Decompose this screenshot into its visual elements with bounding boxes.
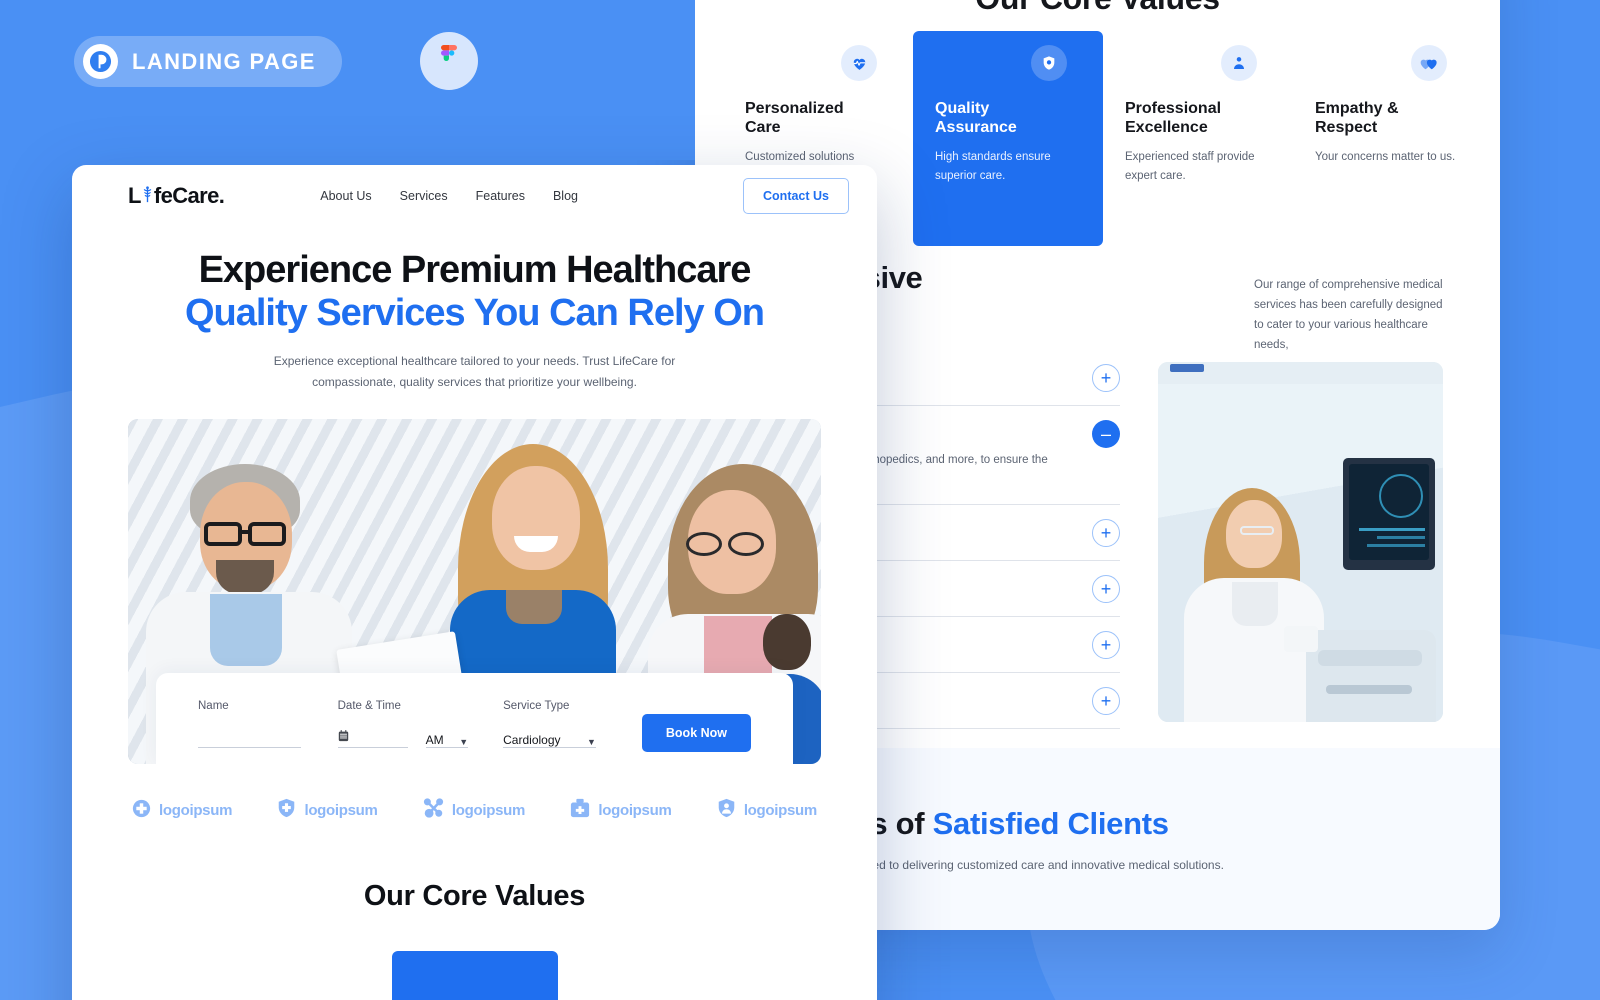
core-value-title: Quality Assurance [935, 99, 1081, 137]
core-value-title-line1: Professional [1125, 100, 1222, 117]
hero-image: Name Date & Time AM ▼ Service Type Cardi… [128, 419, 821, 765]
booking-form: Name Date & Time AM ▼ Service Type Cardi… [156, 673, 793, 765]
pitch-p-logo-icon [83, 44, 118, 79]
front-core-value-highlight-card[interactable] [391, 951, 558, 1000]
partner-logo-label: logoipsum [598, 801, 672, 819]
plus-icon[interactable]: + [1092, 574, 1120, 603]
hero-title-line2: Quality Services You Can Rely On [184, 291, 765, 334]
caduceus-icon [141, 186, 154, 203]
nav-item-about-us[interactable]: About Us [320, 189, 371, 203]
service-type-label: Service Type [503, 700, 570, 713]
hero-subtitle: Experience exceptional healthcare tailor… [273, 354, 676, 390]
cross-badge-icon [132, 799, 151, 822]
chevron-down-icon[interactable]: ▼ [459, 737, 468, 747]
site-navbar: LfeCare. About Us Services Features Blog… [72, 165, 877, 227]
core-value-title-line1: Quality [935, 100, 990, 117]
plus-icon[interactable]: + [1092, 630, 1120, 659]
core-value-card-empathy-respect[interactable]: Empathy & Respect Your concerns matter t… [1293, 45, 1483, 246]
screenshot-stage: Our Core Values Personalized Care Custom… [0, 0, 1600, 1000]
partner-logo-label: logoipsum [159, 801, 233, 819]
hero-title-line1: Experience Premium Healthcare [198, 249, 752, 291]
service-type-select[interactable]: Service Type Cardiology ▼ [503, 700, 596, 749]
figma-logo-icon [420, 32, 478, 90]
partner-logo-label: logoipsum [451, 801, 526, 819]
nav-links: About Us Services Features Blog [320, 189, 578, 203]
site-logo[interactable]: LfeCare. [128, 183, 225, 209]
core-value-body: Your concerns matter to us. [1315, 151, 1456, 164]
core-value-body: High standards ensure superior care. [935, 151, 1051, 183]
back-core-values-title: Our Core Values [695, 0, 1500, 17]
shield-cross-icon [277, 798, 296, 822]
book-now-button[interactable]: Book Now [641, 714, 751, 753]
landing-page-badge: LANDING PAGE [74, 36, 342, 87]
name-label: Name [198, 700, 229, 713]
partner-logo-5: logoipsum [717, 798, 817, 822]
logo-text-before: L [128, 183, 141, 208]
chevron-down-icon[interactable]: ▼ [587, 737, 596, 747]
calendar-icon[interactable] [338, 729, 349, 747]
logo-text-after: feCare. [153, 183, 225, 208]
ampm-select[interactable]: AM ▼ [425, 700, 469, 749]
core-value-title-line2: Assurance [935, 119, 1017, 137]
core-value-title: Empathy & Respect [1315, 99, 1461, 137]
plus-icon[interactable]: + [1092, 686, 1120, 715]
core-value-card-quality-assurance[interactable]: Quality Assurance High standards ensure … [913, 31, 1103, 247]
core-value-title-line2: Care [745, 119, 781, 137]
medical-case-icon [570, 798, 590, 822]
clinic-photo [1158, 362, 1443, 722]
nav-item-features[interactable]: Features [476, 189, 525, 203]
contact-us-button[interactable]: Contact Us [743, 178, 849, 214]
landing-page-badge-label: LANDING PAGE [132, 48, 316, 74]
partner-logo-1: logoipsum [132, 799, 232, 822]
core-value-body: Experienced staff provide expert care. [1125, 151, 1255, 183]
date-time-field[interactable]: Date & Time [337, 700, 408, 749]
comprehensive-paragraph: Our range of comprehensive medical servi… [1254, 279, 1443, 352]
name-field[interactable]: Name [198, 700, 301, 749]
double-heart-icon [1411, 45, 1447, 81]
partner-logo-4: logoipsum [570, 798, 672, 822]
front-landing-card: LfeCare. About Us Services Features Blog… [72, 165, 877, 1000]
core-value-title-line1: Empathy & [1315, 100, 1399, 117]
partner-logos: logoipsum logoipsum logoipsum logoipsum … [72, 764, 877, 822]
doctor-person-icon [1221, 45, 1257, 81]
shield-check-icon [1031, 45, 1067, 81]
core-value-card-professional-excellence[interactable]: Professional Excellence Experienced staf… [1103, 45, 1293, 246]
partner-logo-label: logoipsum [304, 801, 378, 819]
heartbeat-icon [841, 45, 877, 81]
plus-icon[interactable]: + [1092, 364, 1120, 392]
nav-item-blog[interactable]: Blog [553, 189, 578, 203]
core-value-title: Professional Excellence [1125, 99, 1271, 137]
shield-person-icon [717, 798, 736, 822]
core-value-title-line2: Excellence [1125, 119, 1208, 137]
ampm-value: AM [425, 733, 444, 748]
hero-title: Experience Premium Healthcare Quality Se… [72, 249, 877, 334]
service-type-value: Cardiology [503, 733, 561, 748]
front-core-values-title: Our Core Values [363, 880, 586, 913]
minus-icon[interactable]: – [1092, 420, 1120, 448]
molecule-icon [423, 798, 444, 822]
nav-item-services[interactable]: Services [400, 189, 448, 203]
partner-logo-3: logoipsum [423, 798, 525, 822]
plus-icon[interactable]: + [1092, 518, 1120, 547]
date-time-label: Date & Time [337, 700, 401, 713]
partner-logo-label: logoipsum [743, 801, 817, 819]
core-value-title-line2: Respect [1315, 119, 1378, 137]
core-value-title-line1: Personalized [745, 100, 844, 117]
partner-logo-2: logoipsum [277, 798, 378, 822]
testimonials-heading-accent: Satisfied Clients [932, 806, 1169, 841]
core-value-title: Personalized Care [745, 99, 891, 137]
